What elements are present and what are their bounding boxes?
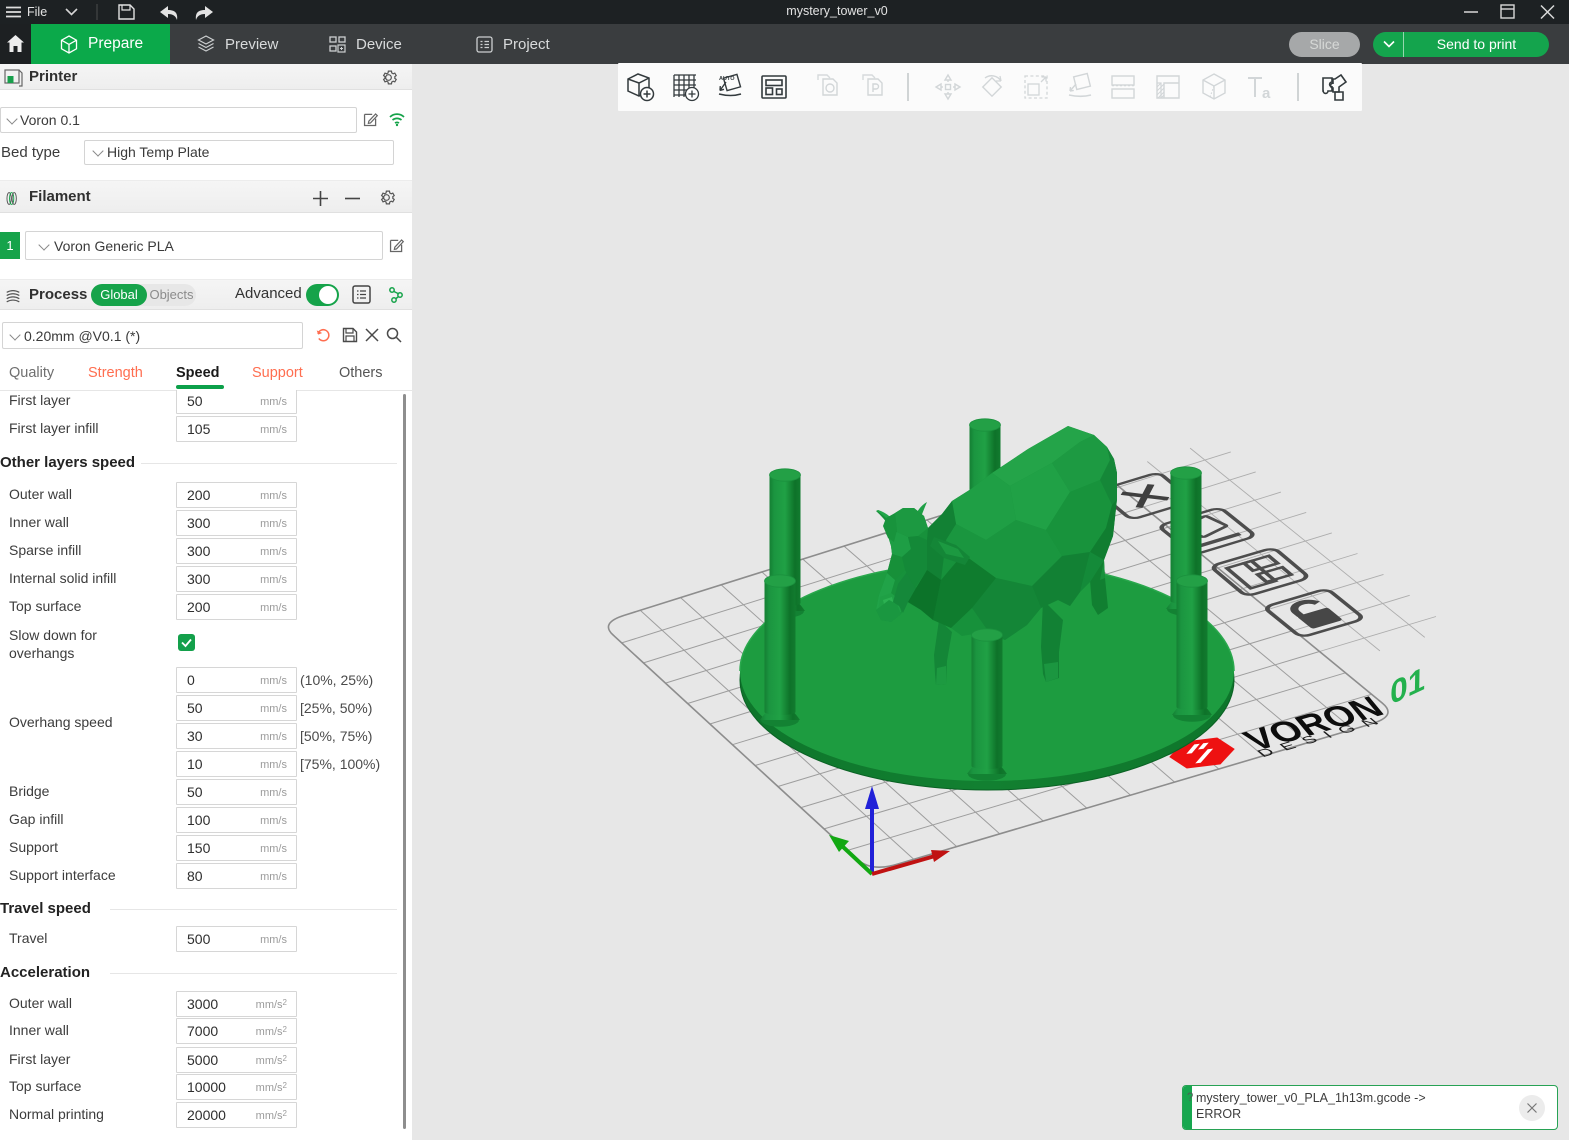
svg-text:a: a	[1262, 85, 1271, 102]
svg-text:01: 01	[1390, 660, 1426, 713]
svg-text:AUTO: AUTO	[719, 76, 735, 82]
svg-text:File: File	[27, 5, 47, 19]
